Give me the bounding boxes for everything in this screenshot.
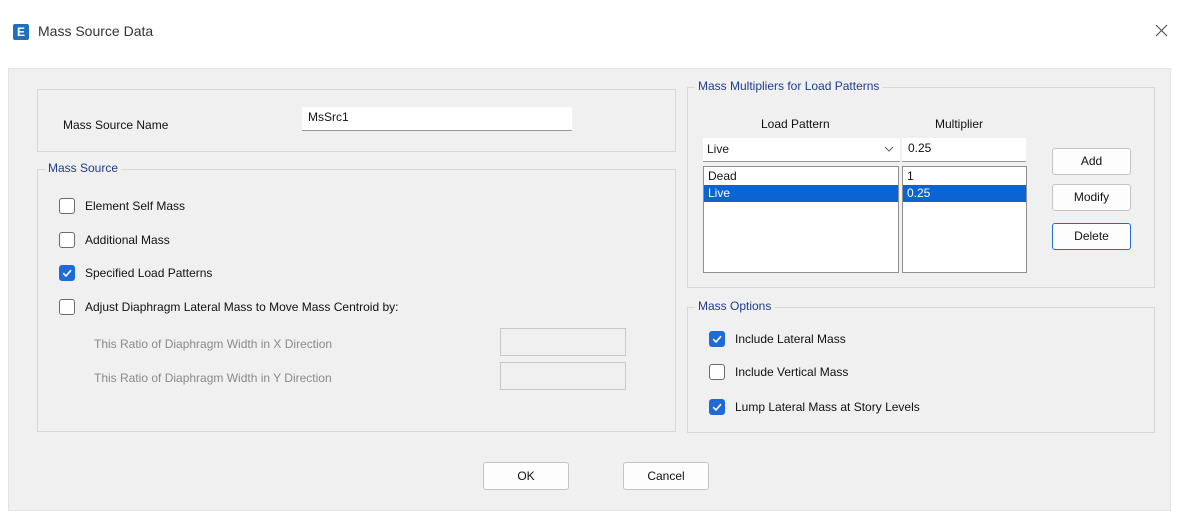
mass-options-group: Mass Options Include Lateral Mass Includ… [687, 299, 1155, 433]
list-item[interactable]: 1 [903, 168, 1026, 185]
close-button[interactable] [1150, 19, 1174, 43]
multiplier-column-header: Multiplier [935, 117, 984, 131]
include-vertical-mass-option[interactable]: Include Vertical Mass [709, 363, 1109, 381]
element-self-mass-checkbox[interactable] [59, 198, 75, 214]
cancel-button[interactable]: Cancel [623, 462, 709, 490]
include-lateral-mass-label: Include Lateral Mass [735, 332, 846, 346]
lump-lateral-mass-checkbox[interactable] [709, 399, 725, 415]
mass-options-group-title: Mass Options [695, 299, 775, 313]
element-self-mass-option[interactable]: Element Self Mass [59, 197, 459, 215]
mass-multipliers-group: Mass Multipliers for Load Patterns Load … [687, 79, 1155, 288]
load-pattern-list[interactable]: Dead Live [703, 166, 899, 273]
load-pattern-column-header: Load Pattern [761, 117, 830, 131]
lump-lateral-mass-label: Lump Lateral Mass at Story Levels [735, 400, 920, 414]
load-pattern-selected-value: Live [707, 142, 730, 156]
chevron-down-icon [884, 146, 894, 152]
checkmark-icon [62, 269, 72, 278]
specified-load-patterns-label: Specified Load Patterns [85, 266, 213, 280]
mass-source-group: Mass Source Element Self Mass Additional… [37, 161, 676, 432]
ok-button[interactable]: OK [483, 462, 569, 490]
include-vertical-mass-checkbox[interactable] [709, 364, 725, 380]
mass-source-name-label: Mass Source Name [63, 118, 169, 132]
ratio-y-input[interactable] [500, 362, 626, 390]
delete-button[interactable]: Delete [1052, 223, 1131, 250]
adjust-diaphragm-label: Adjust Diaphragm Lateral Mass to Move Ma… [85, 300, 399, 314]
ratio-x-input[interactable] [500, 328, 626, 356]
add-button[interactable]: Add [1052, 148, 1131, 175]
specified-load-patterns-option[interactable]: Specified Load Patterns [59, 264, 459, 282]
etabs-app-icon: E [13, 24, 29, 40]
dialog-body: Mass Source Name MsSrc1 Mass Source Elem… [8, 68, 1171, 511]
ratio-x-label: This Ratio of Diaphragm Width in X Direc… [94, 337, 333, 351]
list-item[interactable]: 0.25 [903, 185, 1026, 202]
checkmark-icon [712, 335, 722, 344]
name-group: Mass Source Name MsSrc1 [37, 89, 676, 152]
checkmark-icon [712, 403, 722, 412]
ratio-y-label: This Ratio of Diaphragm Width in Y Direc… [94, 371, 332, 385]
adjust-diaphragm-option[interactable]: Adjust Diaphragm Lateral Mass to Move Ma… [59, 298, 619, 316]
additional-mass-checkbox[interactable] [59, 232, 75, 248]
multiplier-list[interactable]: 1 0.25 [902, 166, 1027, 273]
close-icon [1155, 24, 1168, 37]
list-item[interactable]: Dead [704, 168, 898, 185]
mass-source-group-title: Mass Source [45, 161, 122, 175]
specified-load-patterns-checkbox[interactable] [59, 265, 75, 281]
additional-mass-option[interactable]: Additional Mass [59, 231, 459, 249]
title-bar: E Mass Source Data [0, 0, 1180, 60]
lump-lateral-mass-option[interactable]: Lump Lateral Mass at Story Levels [709, 398, 1109, 416]
window-title: Mass Source Data [38, 23, 154, 39]
modify-button[interactable]: Modify [1052, 184, 1131, 211]
adjust-diaphragm-checkbox[interactable] [59, 299, 75, 315]
include-lateral-mass-checkbox[interactable] [709, 331, 725, 347]
element-self-mass-label: Element Self Mass [85, 199, 186, 213]
include-vertical-mass-label: Include Vertical Mass [735, 365, 849, 379]
list-item[interactable]: Live [704, 185, 898, 202]
include-lateral-mass-option[interactable]: Include Lateral Mass [709, 330, 1109, 348]
multiplier-input[interactable]: 0.25 [902, 138, 1026, 162]
load-pattern-dropdown[interactable]: Live [703, 138, 900, 162]
mass-source-name-input[interactable]: MsSrc1 [302, 107, 572, 131]
mass-multipliers-group-title: Mass Multipliers for Load Patterns [695, 79, 883, 93]
additional-mass-label: Additional Mass [85, 233, 170, 247]
